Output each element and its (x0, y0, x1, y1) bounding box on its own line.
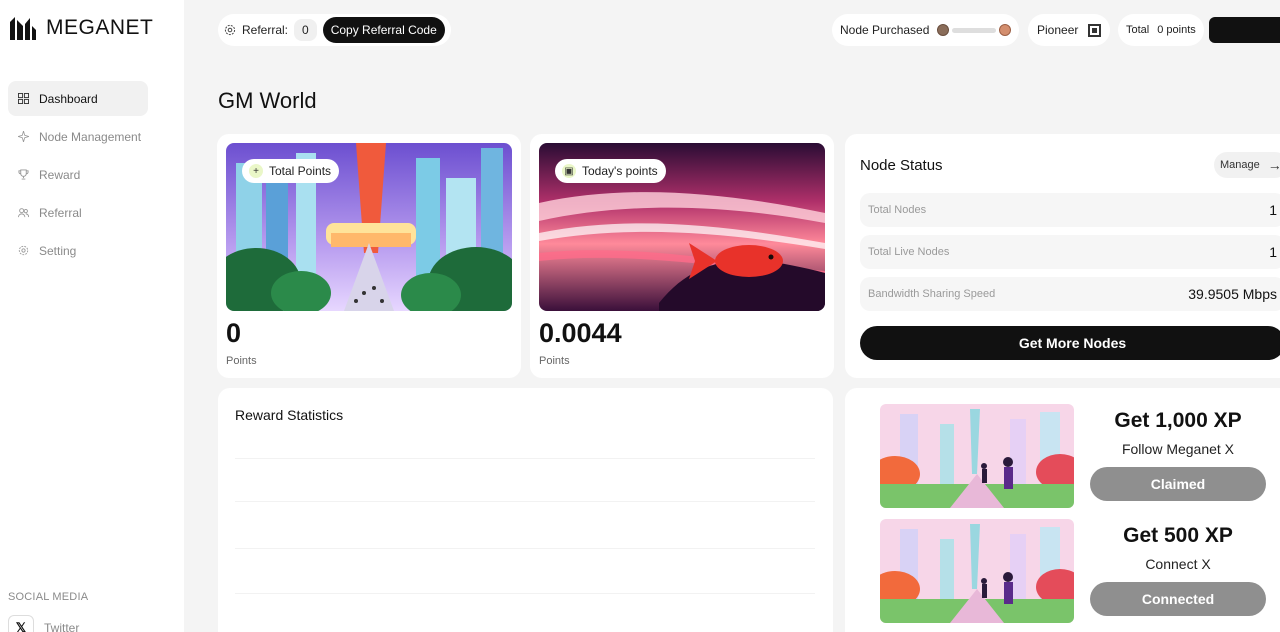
total-value: 0 points (1157, 24, 1196, 36)
today-points-card: ▣ Today's points 0.0044 Points (530, 134, 834, 378)
plus-icon: + (249, 164, 263, 178)
total-label: Total (1126, 24, 1150, 36)
quest-title: Get 500 XP (1123, 524, 1233, 547)
stat-row-total-nodes: Total Nodes 1 (860, 193, 1280, 227)
sidebar: MEGANET Dashboard Node Management Reward… (0, 0, 184, 632)
quest-title: Get 1,000 XP (1114, 409, 1242, 432)
referral-count: 0 (294, 19, 317, 41)
total-points-unit: Points (226, 355, 257, 367)
total-points-badge-label: Total Points (269, 164, 332, 178)
sidebar-item-label: Reward (39, 167, 81, 182)
quest-claimed-button[interactable]: Claimed (1090, 467, 1266, 501)
gear-icon (224, 24, 236, 36)
city-illustration: + Total Points (226, 143, 512, 311)
sidebar-item-label: Referral (39, 205, 82, 220)
today-points-unit: Points (539, 355, 570, 367)
calendar-icon: ▣ (562, 164, 576, 178)
node-purchased-pill[interactable]: Node Purchased (832, 14, 1020, 46)
sparkle-icon (18, 131, 29, 142)
total-points-pill: Total 0 points (1118, 14, 1204, 46)
total-points-value: 0 (226, 318, 242, 348)
today-points-badge: ▣ Today's points (555, 159, 666, 183)
stat-value: 1 (1269, 202, 1277, 218)
stat-label: Bandwidth Sharing Speed (868, 288, 996, 300)
node-purchased-slider (937, 24, 1012, 36)
node-track (952, 27, 997, 33)
tier-pill[interactable]: Pioneer (1028, 14, 1111, 46)
stat-value: 1 (1269, 244, 1277, 260)
sidebar-item-dashboard[interactable]: Dashboard (8, 81, 148, 116)
meganet-logo-icon (10, 17, 36, 40)
chart-gridline (235, 458, 815, 459)
quest-image (880, 519, 1074, 623)
social-link-twitter[interactable]: 𝕏 Twitter (8, 615, 79, 632)
quest-subtitle: Connect X (1145, 556, 1211, 572)
node-end-dot (999, 24, 1012, 36)
node-purchased-label: Node Purchased (840, 23, 930, 37)
quest-connected-button[interactable]: Connected (1090, 582, 1266, 616)
users-icon (18, 208, 29, 218)
quest-illustration (880, 519, 1074, 623)
get-more-nodes-button[interactable]: Get More Nodes (860, 326, 1280, 360)
quest-image (880, 404, 1074, 508)
page-title: GM World (218, 88, 317, 113)
quest-subtitle: Follow Meganet X (1121, 441, 1235, 457)
today-points-badge-label: Today's points (582, 164, 658, 178)
reward-statistics-title: Reward Statistics (235, 407, 344, 423)
node-status-card: Node Status Manage → Total Nodes 1 Total… (845, 134, 1280, 378)
brand-logo[interactable]: MEGANET (8, 14, 153, 42)
stat-label: Total Live Nodes (868, 246, 950, 258)
node-start-dot (937, 24, 950, 36)
grid-icon (18, 93, 29, 104)
trophy-icon (18, 169, 29, 180)
referral-pill: Referral: 0 Copy Referral Code (218, 14, 451, 46)
sidebar-item-setting[interactable]: Setting (8, 233, 148, 268)
manage-label: Manage (1220, 159, 1260, 171)
reward-statistics-card: Reward Statistics (218, 388, 833, 632)
chart-gridline (235, 501, 815, 502)
sidebar-item-reward[interactable]: Reward (8, 157, 148, 192)
sidebar-nav: Dashboard Node Management Reward Referra… (8, 81, 148, 271)
sidebar-item-label: Setting (39, 243, 77, 258)
social-media-heading: SOCIAL MEDIA (8, 591, 89, 603)
stat-row-bandwidth-speed: Bandwidth Sharing Speed 39.9505 Mbps (860, 277, 1280, 311)
gear-icon (18, 245, 29, 256)
social-link-label: Twitter (44, 621, 80, 632)
sidebar-item-label: Dashboard (39, 91, 98, 106)
quests-card: Get 1,000 XP Follow Meganet X Claimed Ge… (845, 388, 1280, 632)
node-status-title: Node Status (860, 157, 943, 174)
brand-name: MEGANET (46, 16, 154, 39)
sidebar-item-label: Node Management (39, 129, 142, 144)
qr-code-icon (1088, 23, 1102, 37)
manage-button[interactable]: Manage → (1214, 152, 1280, 178)
tier-label: Pioneer (1037, 23, 1079, 37)
quest-illustration (880, 404, 1074, 508)
referral-label: Referral: (242, 23, 289, 37)
sidebar-item-referral[interactable]: Referral (8, 195, 148, 230)
fish-illustration: ▣ Today's points (539, 143, 825, 311)
total-points-badge: + Total Points (242, 159, 340, 183)
sidebar-item-node-management[interactable]: Node Management (8, 119, 148, 154)
stat-label: Total Nodes (868, 204, 927, 216)
copy-referral-code-button[interactable]: Copy Referral Code (322, 17, 445, 43)
chart-gridline (235, 548, 815, 549)
stat-row-total-live-nodes: Total Live Nodes 1 (860, 235, 1280, 269)
today-points-value: 0.0044 (539, 318, 622, 348)
stat-value: 39.9505 Mbps (1188, 286, 1277, 302)
arrow-right-icon: → (1267, 157, 1280, 173)
x-logo-icon: 𝕏 (8, 615, 34, 632)
chart-gridline (235, 593, 815, 594)
total-points-card: + Total Points 0 Points (217, 134, 521, 378)
wallet-button[interactable] (1209, 17, 1280, 43)
